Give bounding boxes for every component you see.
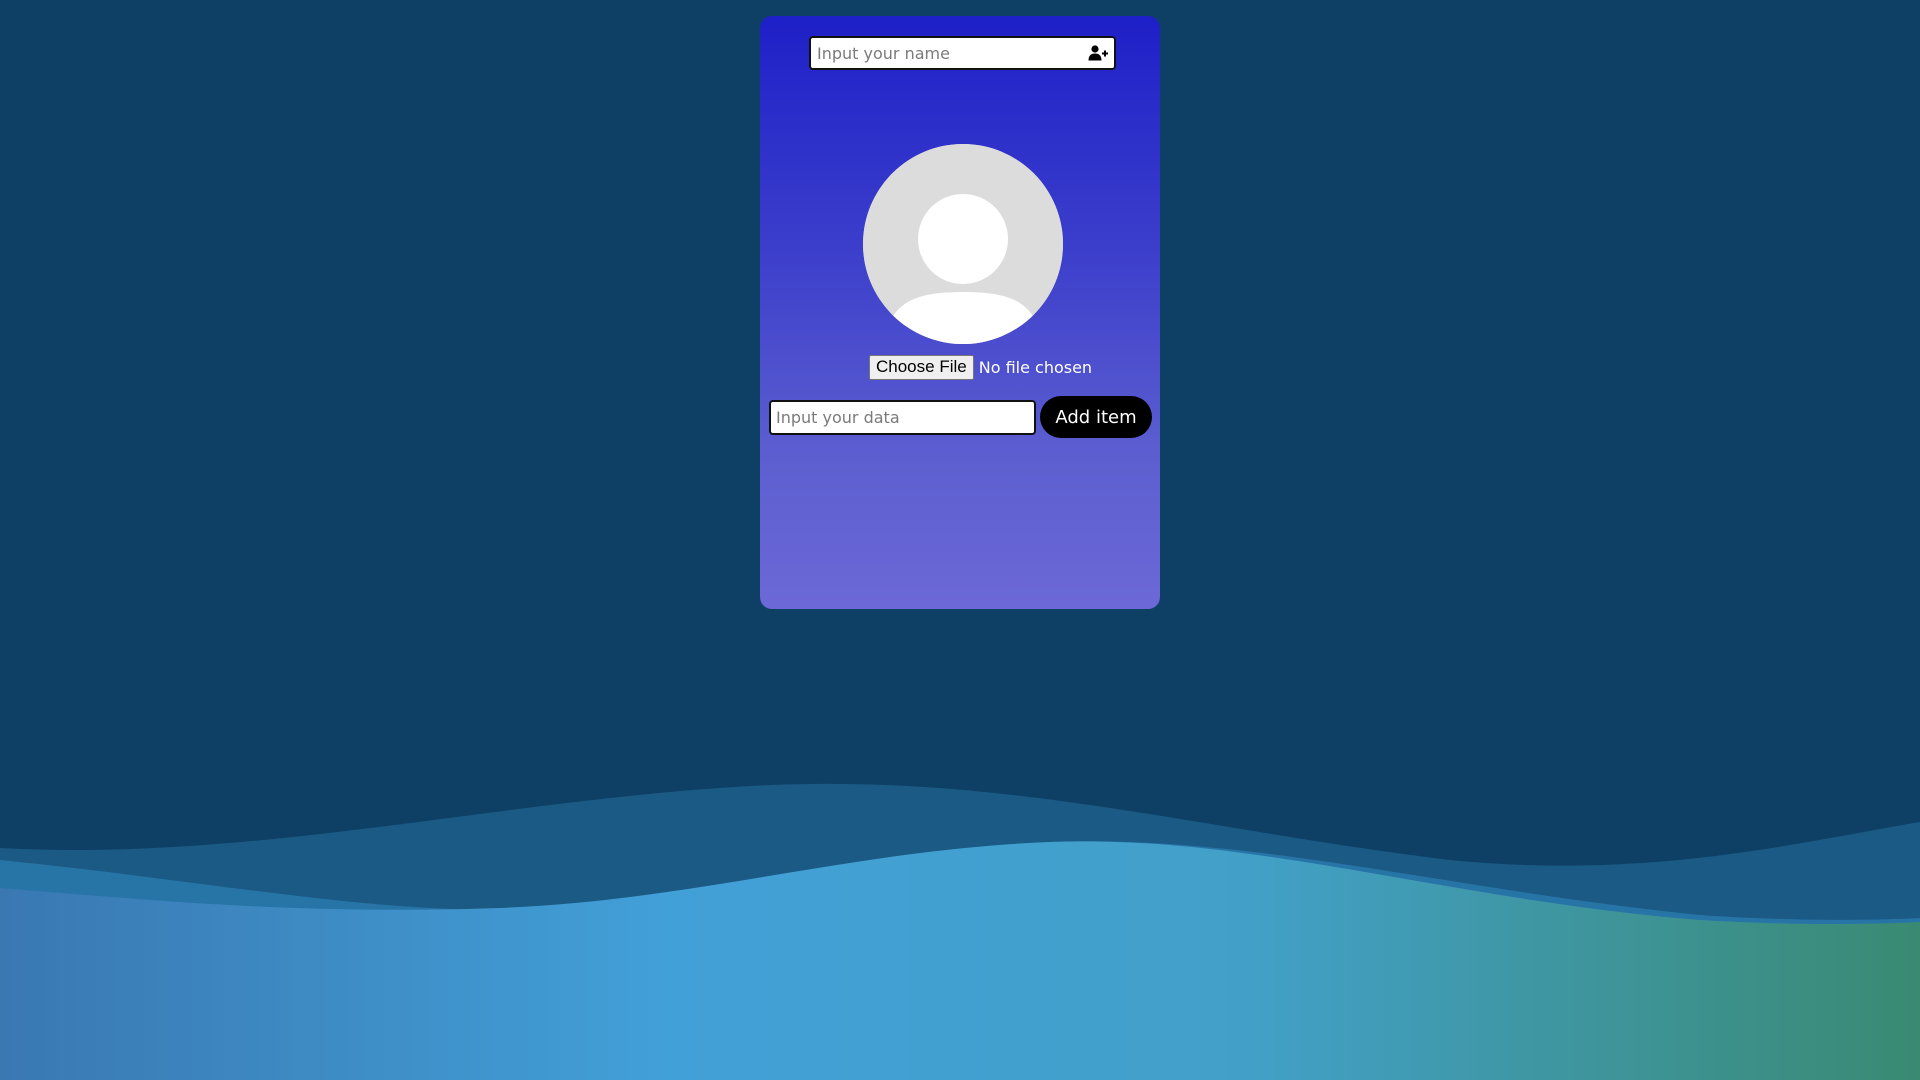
avatar (863, 144, 1063, 344)
data-input[interactable] (769, 400, 1036, 435)
choose-file-button[interactable]: Choose File (869, 354, 974, 380)
user-plus-icon[interactable] (1088, 45, 1108, 61)
name-field[interactable] (809, 36, 1116, 70)
name-input[interactable] (811, 38, 1093, 68)
default-user-avatar-icon (863, 144, 1063, 344)
file-picker: Choose File No file chosen (869, 354, 1092, 380)
profile-card: Choose File No file chosen Add item (760, 16, 1160, 609)
add-item-button[interactable]: Add item (1040, 396, 1152, 438)
file-status: No file chosen (978, 357, 1093, 377)
